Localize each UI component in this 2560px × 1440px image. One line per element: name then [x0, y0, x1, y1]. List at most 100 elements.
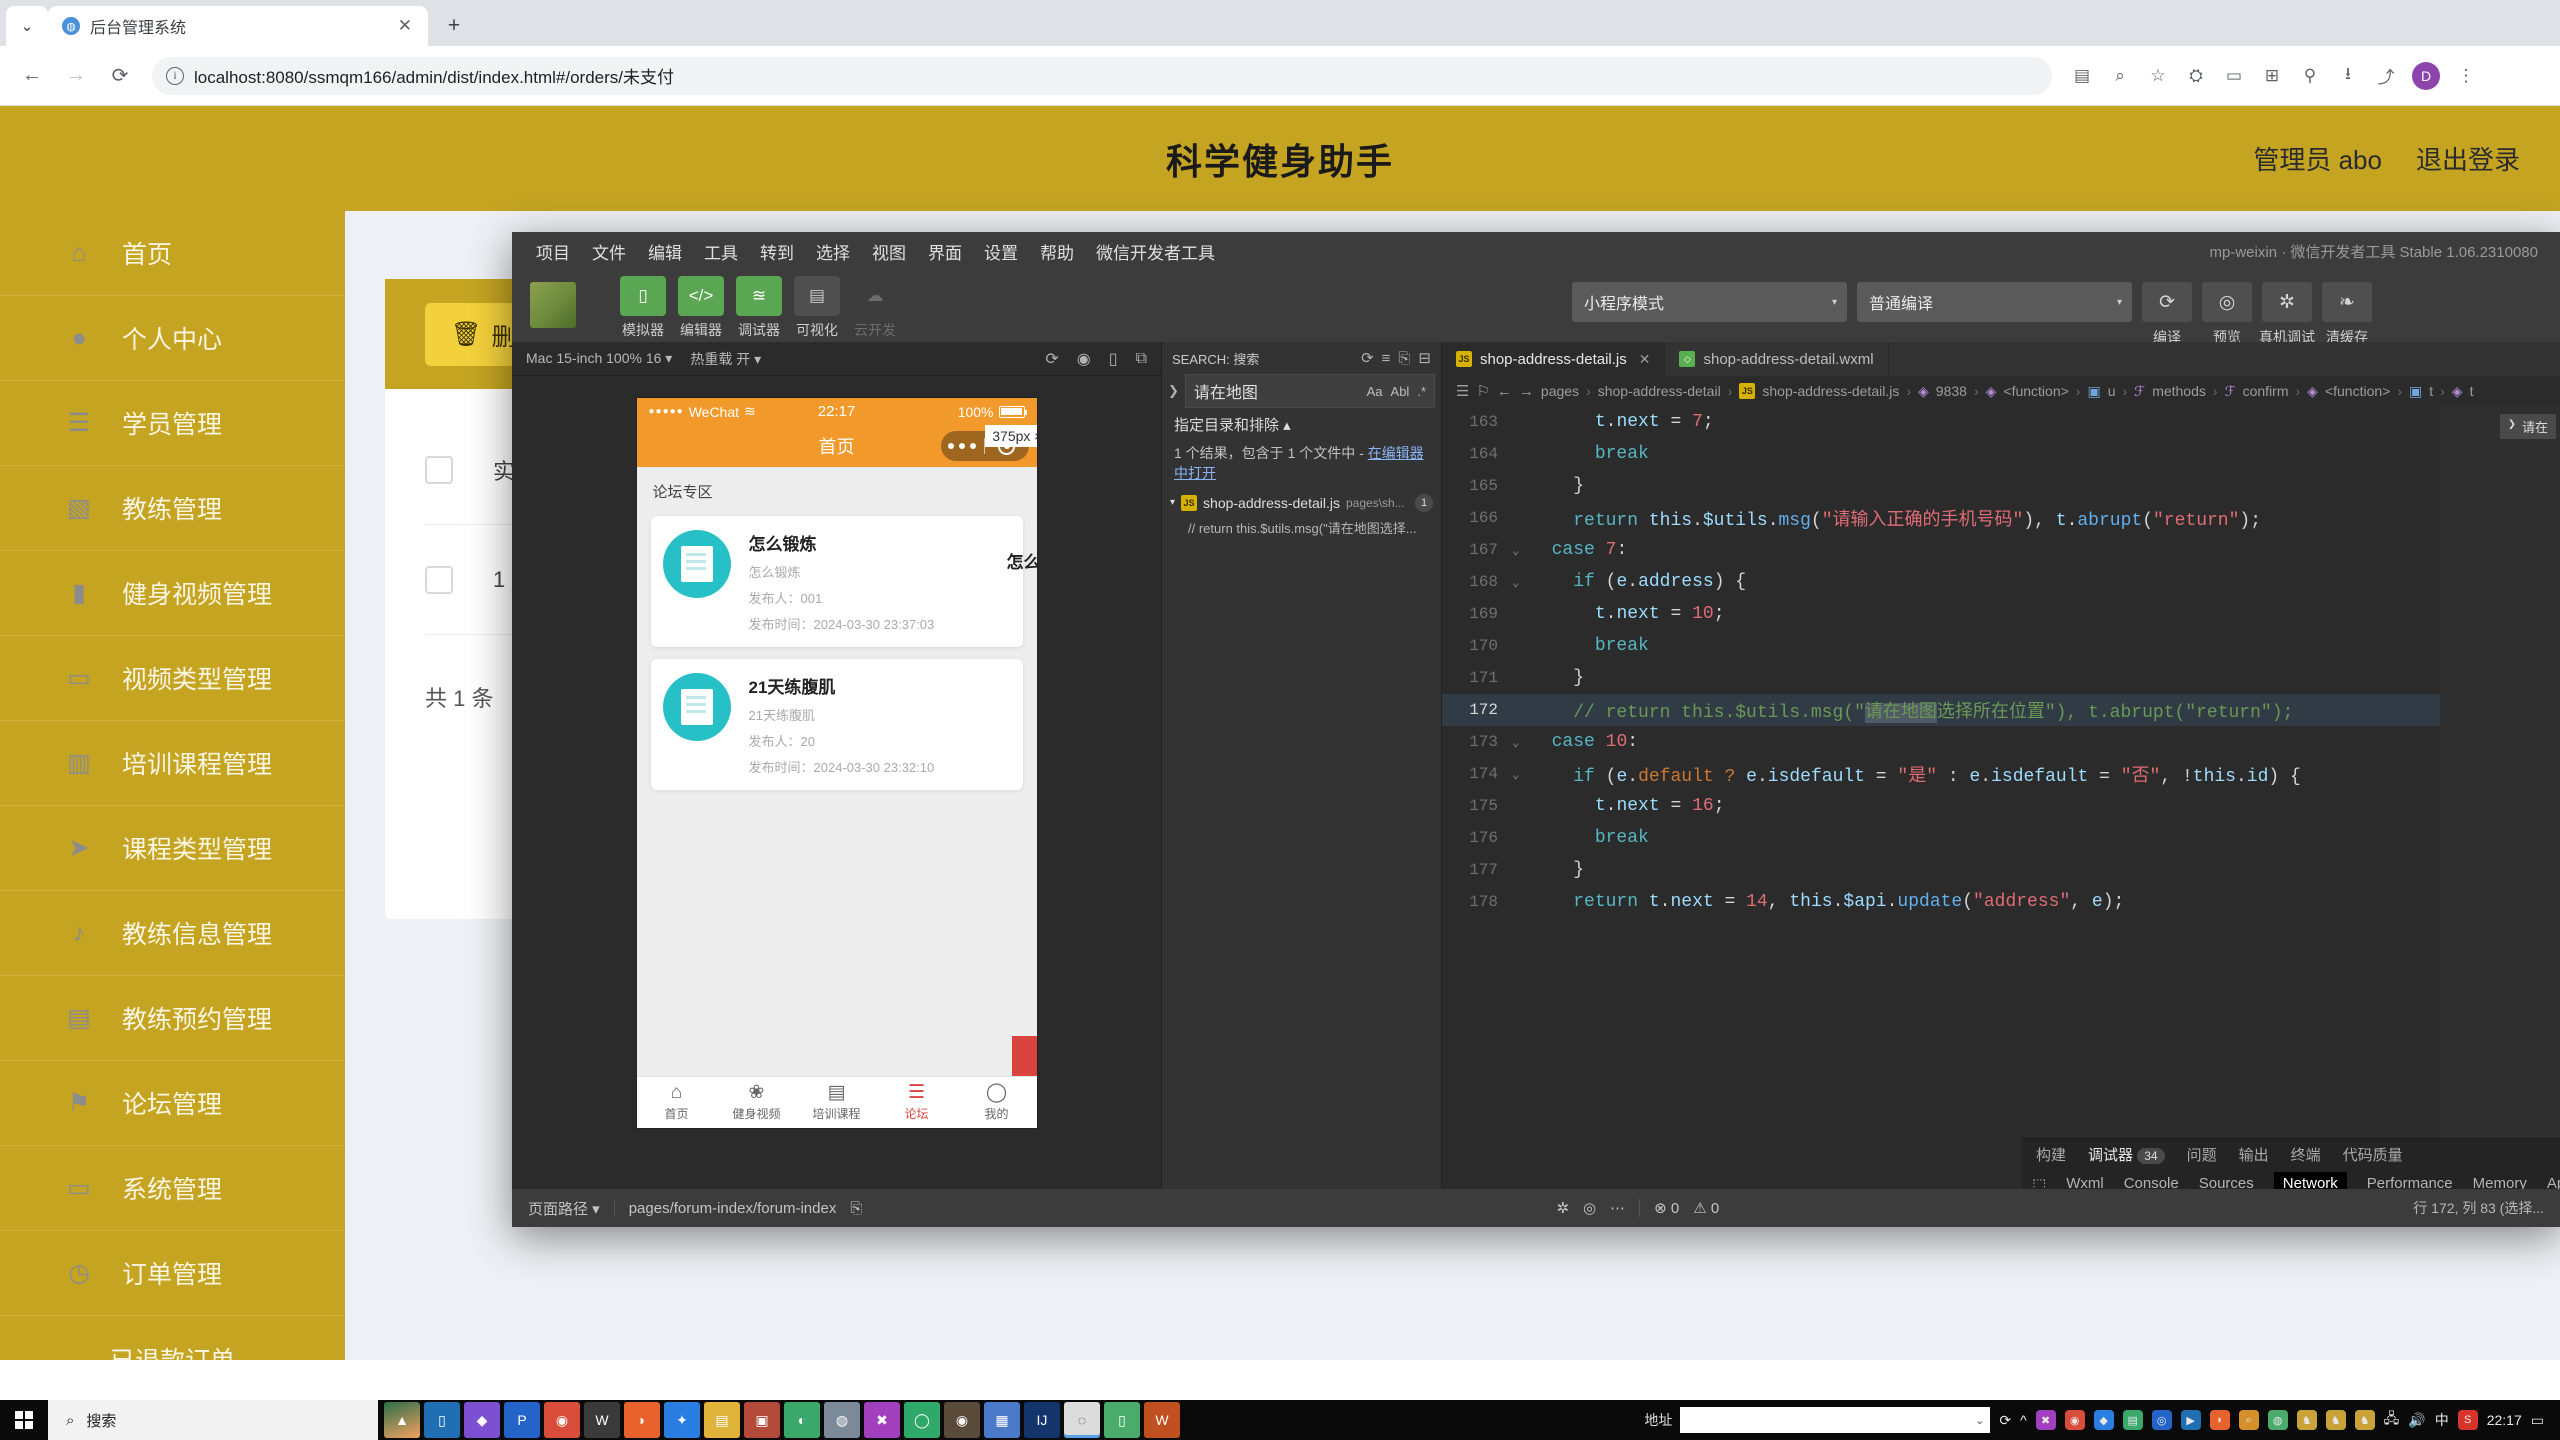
pin-icon[interactable]: ⚲: [2292, 58, 2328, 94]
menu-wechat-devtools[interactable]: 微信开发者工具: [1094, 237, 1217, 266]
crumb-folder[interactable]: shop-address-detail: [1598, 383, 1721, 399]
new-tab-button[interactable]: +: [436, 8, 472, 44]
tab-list-chevron-icon[interactable]: ⌄: [6, 6, 48, 46]
menu-help[interactable]: 帮助: [1038, 237, 1076, 266]
crumb-9838[interactable]: 9838: [1936, 383, 1967, 399]
menu-goto[interactable]: 转到: [758, 237, 796, 266]
zoom-icon[interactable]: ⌕: [2102, 58, 2138, 94]
row-checkbox[interactable]: [425, 455, 453, 484]
search-result-file[interactable]: ▾ JS shop-address-detail.js pages\sh... …: [1162, 490, 1441, 516]
code-line[interactable]: 164 break: [1442, 438, 2560, 470]
tray-app-icon[interactable]: ♞: [2354, 1410, 2375, 1430]
tray-app-icon[interactable]: ♞: [2325, 1410, 2346, 1430]
menu-edit[interactable]: 编辑: [646, 237, 684, 266]
taskbar-app-icon[interactable]: ◆: [464, 1402, 500, 1438]
taskbar-app-icon[interactable]: P: [504, 1402, 540, 1438]
record-icon[interactable]: ◉: [1077, 349, 1091, 369]
taskbar-app-icon[interactable]: ◍: [824, 1402, 860, 1438]
browser-tab[interactable]: ◍ 后台管理系统 ✕: [48, 6, 428, 46]
menu-tools[interactable]: 工具: [702, 237, 740, 266]
tray-app-icon[interactable]: ◉: [2064, 1410, 2085, 1430]
taskbar-app-icon[interactable]: ✖: [864, 1402, 900, 1438]
tray-app-icon[interactable]: ◆: [2093, 1410, 2114, 1430]
inspect-icon[interactable]: ⬚: [2032, 1175, 2046, 1190]
taskbar-app-icon[interactable]: ◗: [624, 1402, 660, 1438]
taskbar-app-icon[interactable]: W: [584, 1402, 620, 1438]
sidebar-item-students[interactable]: ☰ 学员管理: [0, 381, 345, 466]
taskbar-app-icon[interactable]: ▤: [704, 1402, 740, 1438]
new-file-icon[interactable]: ⎘: [1398, 350, 1410, 367]
code-line[interactable]: 165 }: [1442, 470, 2560, 502]
tray-app-icon[interactable]: ⌕: [2238, 1410, 2259, 1430]
sidebar-item-system[interactable]: ▭ 系统管理: [0, 1146, 345, 1231]
taskbar-app-icon[interactable]: ◉: [544, 1402, 580, 1438]
toolbar-realdevice-debug[interactable]: ✲ 真机调试: [2259, 282, 2315, 347]
toolbar-simulator[interactable]: ▯ 模拟器: [620, 276, 666, 340]
tab-sources[interactable]: Sources: [2199, 1175, 2254, 1189]
tray-app-icon[interactable]: ▶: [2180, 1410, 2201, 1430]
taskbar-app-icon[interactable]: ◯: [904, 1402, 940, 1438]
back-icon[interactable]: ←: [12, 56, 52, 96]
tray-app-icon[interactable]: ◎: [2151, 1410, 2172, 1430]
menu-interface[interactable]: 界面: [926, 237, 964, 266]
sidebar-item-orders[interactable]: ◷ 订单管理: [0, 1231, 345, 1316]
card-icon[interactable]: ▤: [2064, 58, 2100, 94]
phone-tab-videos[interactable]: ❀ 健身视频: [717, 1077, 797, 1128]
taskbar-app-icon[interactable]: ◉: [944, 1402, 980, 1438]
volume-icon[interactable]: 🔊: [2408, 1412, 2425, 1429]
sidebar-item-coach-info[interactable]: ♪ 教练信息管理: [0, 891, 345, 976]
forward-icon[interactable]: →: [56, 56, 96, 96]
regex-icon[interactable]: .*: [1417, 384, 1426, 399]
project-avatar[interactable]: [530, 282, 576, 328]
phone-tab-courses[interactable]: ▤ 培训课程: [797, 1077, 877, 1128]
taskbar-app-icon[interactable]: ▣: [744, 1402, 780, 1438]
code-line[interactable]: 178 return t.next = 14, this.$api.update…: [1442, 886, 2560, 918]
taskbar-app-icon[interactable]: ▯: [424, 1402, 460, 1438]
taskbar-search[interactable]: ⌕ 搜索: [48, 1400, 378, 1440]
tab-performance[interactable]: Performance: [2367, 1175, 2453, 1189]
tray-app-icon[interactable]: ♞: [2296, 1410, 2317, 1430]
error-count[interactable]: ⊗ 0: [1654, 1199, 1679, 1217]
code-editor[interactable]: 163 t.next = 7; 164 break 165 } 166 retu…: [1442, 406, 2560, 1189]
crumb-confirm[interactable]: confirm: [2243, 383, 2289, 399]
notification-icon[interactable]: ▭: [2531, 1412, 2544, 1429]
cast-icon[interactable]: ▭: [2216, 58, 2252, 94]
refresh-icon[interactable]: ⟳: [1361, 349, 1374, 367]
code-line[interactable]: 170 break: [1442, 630, 2560, 662]
star-icon[interactable]: ☆: [2140, 58, 2176, 94]
code-line[interactable]: 171 }: [1442, 662, 2560, 694]
sidebar-item-refunded-orders[interactable]: 已退款订单: [0, 1316, 345, 1361]
more-icon[interactable]: [941, 443, 985, 449]
tab-code-quality[interactable]: 代码质量: [2343, 1144, 2403, 1165]
address-input[interactable]: ⌄: [1680, 1407, 1991, 1433]
warning-count[interactable]: ⚠ 0: [1693, 1199, 1719, 1217]
fold-icon[interactable]: ⌄: [1512, 543, 1530, 558]
clear-icon[interactable]: ≡: [1382, 350, 1391, 367]
code-line[interactable]: 176 break: [1442, 822, 2560, 854]
device-icon[interactable]: ▯: [1109, 349, 1118, 369]
share-icon[interactable]: ⤴: [2368, 58, 2404, 94]
copy-icon[interactable]: ⎘: [850, 1200, 862, 1217]
code-line[interactable]: 174 ⌄ if (e.default ? e.isdefault = "是" :…: [1442, 758, 2560, 790]
match-case-icon[interactable]: Aa: [1367, 384, 1383, 399]
page-path-select[interactable]: 页面路径 ▾: [528, 1198, 600, 1219]
fold-icon[interactable]: ⌄: [1512, 575, 1530, 590]
detach-icon[interactable]: ⧉: [1136, 350, 1147, 368]
menu-view[interactable]: 视图: [870, 237, 908, 266]
ime-mode[interactable]: 中: [2435, 1410, 2449, 1430]
sidebar-item-coaches[interactable]: ▧ 教练管理: [0, 466, 345, 551]
taskbar-app-icon[interactable]: W: [1144, 1402, 1180, 1438]
crumb-function2[interactable]: <function>: [2325, 383, 2390, 399]
code-line[interactable]: 168 ⌄ if (e.address) {: [1442, 566, 2560, 598]
whole-word-icon[interactable]: Abl: [1391, 384, 1410, 399]
menu-file[interactable]: 文件: [590, 237, 628, 266]
bug-icon[interactable]: ✲: [1556, 1199, 1569, 1217]
nav-forward-icon[interactable]: →: [1519, 383, 1534, 400]
crumb-t[interactable]: t: [2429, 383, 2433, 399]
puzzle-icon[interactable]: ⛭: [2178, 58, 2214, 94]
toolbar-cloud[interactable]: ☁ 云开发: [852, 276, 898, 340]
toolbar-debugger[interactable]: ≊ 调试器: [736, 276, 782, 340]
tab-appdata[interactable]: AppData: [2547, 1175, 2560, 1189]
editor-tab-wxml[interactable]: ◇ shop-address-detail.wxml: [1665, 342, 1889, 376]
taskbar-clock[interactable]: 22:17: [2487, 1412, 2522, 1428]
